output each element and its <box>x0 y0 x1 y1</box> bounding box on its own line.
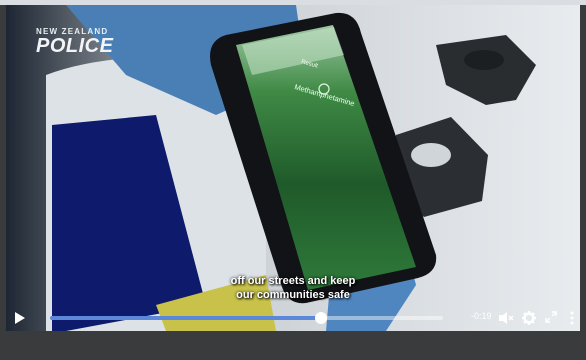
page-below-player <box>0 331 586 360</box>
subtitle-line-2: our communities safe <box>236 289 350 301</box>
progress-handle[interactable] <box>315 312 328 324</box>
settings-gear-icon[interactable] <box>521 310 537 326</box>
time-remaining: -0:19 <box>471 311 492 321</box>
test-device-window <box>411 143 451 167</box>
video-subtitles: off our streets and keep our communities… <box>6 274 580 302</box>
player-controls: -0:19 <box>6 305 580 331</box>
more-options-icon[interactable] <box>569 310 575 326</box>
progress-fill <box>50 316 322 320</box>
play-icon[interactable] <box>13 310 27 326</box>
progress-bar[interactable] <box>50 312 443 324</box>
video-player[interactable]: Result Methamphetamine NEW ZEALAND POLIC… <box>6 5 580 331</box>
nz-police-logo: NEW ZEALAND POLICE <box>36 27 113 58</box>
fullscreen-icon[interactable] <box>544 310 558 324</box>
device-holder-top <box>464 50 504 70</box>
logo-main-text: POLICE <box>36 35 114 57</box>
volume-muted-icon[interactable] <box>497 310 515 326</box>
subtitle-line-1: off our streets and keep <box>230 275 356 287</box>
